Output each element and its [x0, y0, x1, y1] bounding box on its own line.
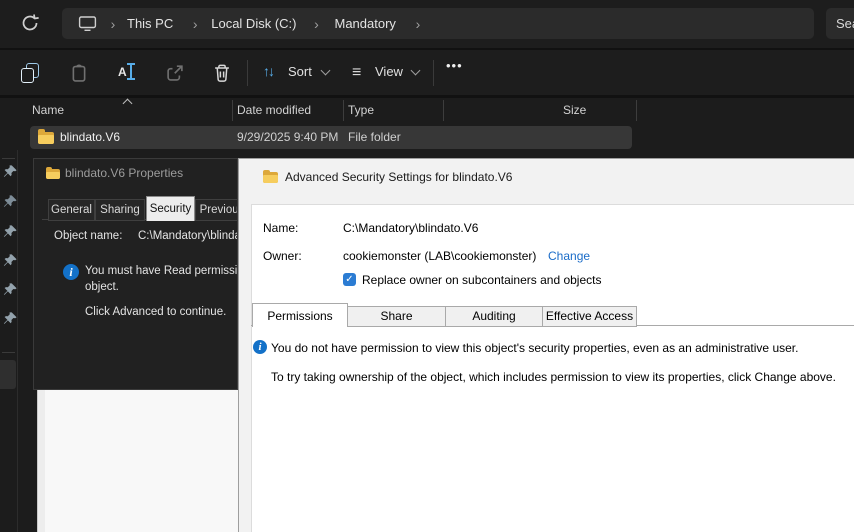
permission-info-line2: To try taking ownership of the object, w… — [271, 370, 836, 384]
name-value: C:\Mandatory\blindato.V6 — [343, 221, 478, 235]
sort-ascending-icon — [123, 99, 133, 109]
read-permission-line2: object. — [85, 281, 119, 293]
divider — [0, 95, 854, 98]
breadcrumb-this-pc[interactable]: This PC — [127, 16, 173, 31]
toolbar-divider — [247, 60, 248, 86]
replace-owner-label: Replace owner on subcontainers and objec… — [362, 273, 601, 287]
file-date: 9/29/2025 9:40 PM — [237, 130, 338, 144]
sidebar-pin-icon[interactable] — [3, 194, 18, 209]
info-icon — [253, 340, 267, 354]
chevron-down-icon — [411, 66, 421, 76]
tab-share[interactable]: Share — [347, 306, 446, 327]
breadcrumb-chevron-icon[interactable] — [187, 16, 203, 32]
sort-icon — [263, 63, 273, 79]
tab-previous-versions[interactable]: Previous — [195, 199, 238, 221]
this-pc-icon — [78, 15, 97, 32]
address-bar[interactable]: This PC Local Disk (C:) Mandatory — [62, 8, 814, 39]
column-header-name[interactable]: Name — [32, 103, 64, 117]
object-name-label: Object name: — [54, 230, 122, 242]
column-divider[interactable] — [636, 100, 637, 121]
tab-security[interactable]: Security — [146, 196, 195, 221]
rename-icon[interactable]: A — [117, 63, 137, 83]
folder-icon — [46, 167, 60, 179]
properties-dialog: blindato.V6 Properties General Sharing S… — [33, 158, 238, 390]
sidebar-pin-icon[interactable] — [3, 253, 18, 268]
search-text: Sea — [836, 16, 854, 31]
breadcrumb-mandatory[interactable]: Mandatory — [334, 16, 395, 31]
file-type: File folder — [348, 130, 401, 144]
nav-pane-border — [17, 150, 18, 532]
owner-value: cookiemonster (LAB\cookiemonster) — [343, 249, 536, 263]
dialog-edge — [38, 390, 45, 532]
sidebar-pin-icon[interactable] — [3, 311, 18, 326]
permission-info-line1: You do not have permission to view this … — [271, 341, 798, 355]
change-owner-link[interactable]: Change — [548, 249, 590, 263]
folder-icon — [38, 129, 54, 144]
file-name: blindato.V6 — [60, 130, 120, 144]
command-toolbar: A Sort View — [0, 50, 854, 95]
copy-icon[interactable] — [21, 63, 41, 83]
view-label: View — [375, 64, 403, 79]
dialog-title: blindato.V6 Properties — [65, 166, 183, 180]
search-input[interactable]: Sea — [826, 8, 854, 39]
replace-owner-checkbox[interactable] — [343, 273, 356, 286]
breadcrumb-chevron-icon[interactable] — [105, 16, 121, 32]
see-more-icon[interactable] — [446, 58, 463, 73]
sidebar-pin-icon[interactable] — [3, 224, 18, 239]
advanced-hint: Click Advanced to continue. — [85, 306, 226, 318]
dialog-title: Advanced Security Settings for blindato.… — [285, 170, 512, 184]
delete-icon[interactable] — [212, 63, 232, 83]
breadcrumb-chevron-icon[interactable] — [308, 16, 324, 32]
tab-general[interactable]: General — [48, 199, 95, 221]
owner-label: Owner: — [263, 249, 302, 263]
refresh-icon[interactable] — [20, 13, 40, 33]
name-label: Name: — [263, 221, 298, 235]
background-dialog-surface — [37, 390, 239, 532]
paste-icon[interactable] — [69, 63, 89, 83]
sort-label: Sort — [288, 64, 312, 79]
tab-auditing[interactable]: Auditing — [445, 306, 543, 327]
tab-sharing[interactable]: Sharing — [95, 199, 145, 221]
sidebar-pin-icon[interactable] — [3, 164, 18, 179]
folder-icon — [263, 170, 278, 183]
toolbar-divider — [433, 60, 434, 86]
object-name-value: C:\Mandatory\blindat — [138, 230, 238, 242]
column-header-date[interactable]: Date modified — [237, 103, 311, 117]
tab-permissions[interactable]: Permissions — [252, 303, 348, 327]
info-icon — [63, 264, 79, 280]
column-header-size[interactable]: Size — [563, 103, 586, 117]
column-divider[interactable] — [343, 100, 344, 121]
column-divider[interactable] — [232, 100, 233, 121]
view-icon — [352, 64, 361, 82]
explorer-window: This PC Local Disk (C:) Mandatory Sea A — [0, 0, 854, 532]
share-icon[interactable] — [165, 63, 185, 83]
column-divider[interactable] — [443, 100, 444, 121]
read-permission-line1: You must have Read permissions — [85, 265, 238, 277]
sidebar-pin-icon[interactable] — [3, 282, 18, 297]
breadcrumb-local-disk[interactable]: Local Disk (C:) — [211, 16, 296, 31]
nav-divider — [2, 352, 15, 353]
nav-divider — [2, 158, 15, 159]
column-header-type[interactable]: Type — [348, 103, 374, 117]
tab-effective-access[interactable]: Effective Access — [542, 306, 637, 327]
nav-selected-item[interactable] — [0, 360, 16, 389]
breadcrumb-chevron-icon[interactable] — [410, 16, 426, 32]
file-row-blindato[interactable]: blindato.V6 9/29/2025 9:40 PM File folde… — [30, 126, 632, 149]
address-toolbar: This PC Local Disk (C:) Mandatory Sea — [0, 0, 854, 48]
chevron-down-icon — [321, 66, 331, 76]
advanced-security-dialog: Advanced Security Settings for blindato.… — [238, 158, 854, 532]
